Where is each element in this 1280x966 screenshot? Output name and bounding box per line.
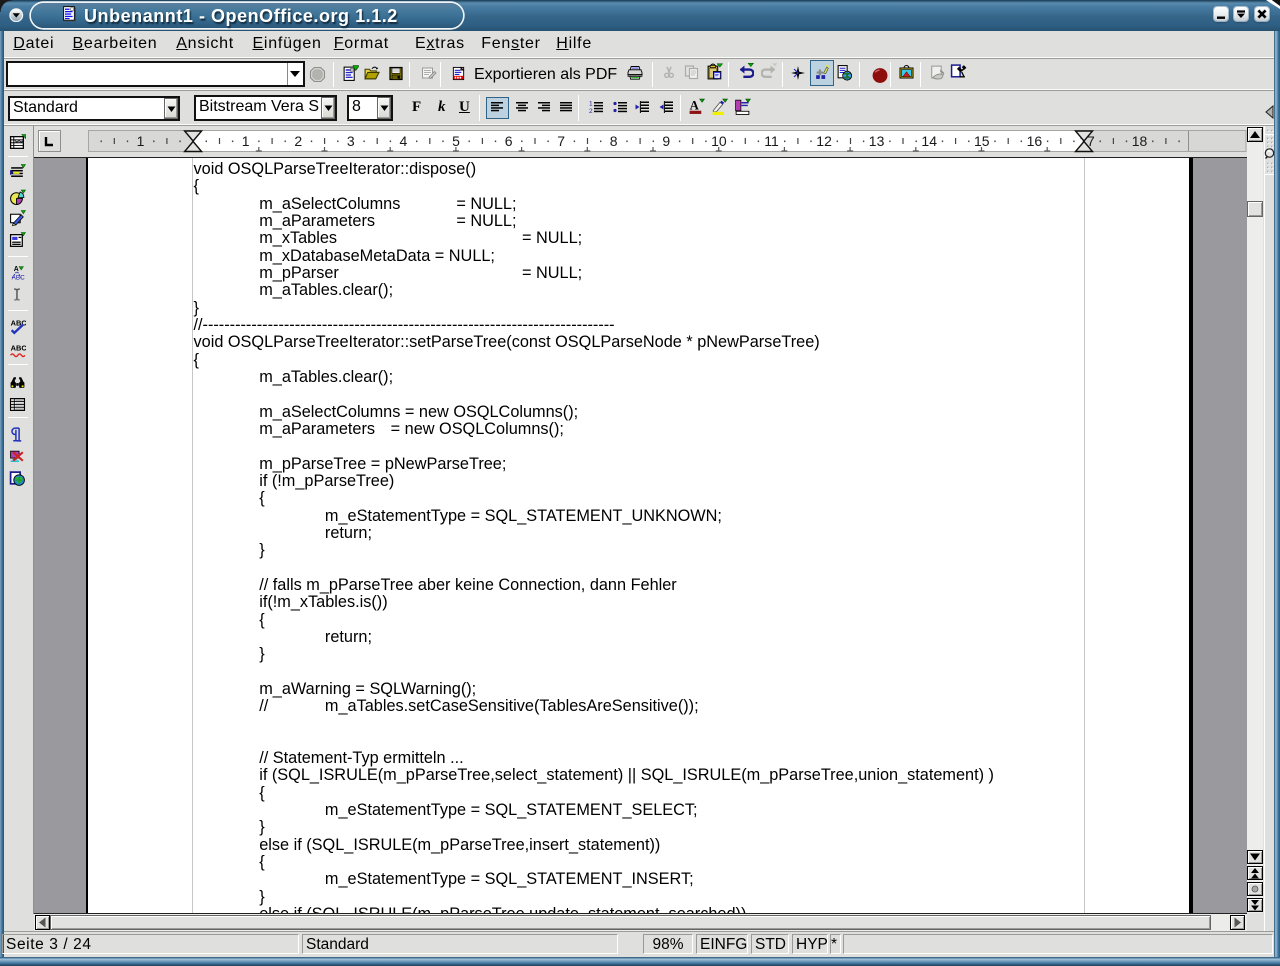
svg-text:13: 13 bbox=[868, 133, 884, 149]
svg-text:ABC: ABC bbox=[12, 274, 25, 281]
svg-text:7: 7 bbox=[557, 133, 565, 149]
svg-text:4: 4 bbox=[399, 133, 407, 149]
svg-text:2: 2 bbox=[294, 133, 302, 149]
svg-text:16: 16 bbox=[1026, 133, 1042, 149]
svg-text:8: 8 bbox=[609, 133, 617, 149]
svg-text:ABC: ABC bbox=[11, 344, 26, 353]
svg-text:1: 1 bbox=[589, 101, 593, 108]
svg-text:1: 1 bbox=[241, 133, 249, 149]
svg-text:3: 3 bbox=[346, 133, 354, 149]
svg-text:ABC: ABC bbox=[11, 318, 26, 327]
svg-text:10: 10 bbox=[711, 133, 727, 149]
svg-text:A: A bbox=[690, 99, 700, 113]
svg-text:9: 9 bbox=[662, 133, 670, 149]
svg-text:14: 14 bbox=[921, 133, 937, 149]
svg-text:15: 15 bbox=[974, 133, 990, 149]
svg-text:6: 6 bbox=[504, 133, 512, 149]
svg-text:1: 1 bbox=[136, 133, 144, 149]
svg-text:11: 11 bbox=[764, 133, 779, 149]
svg-text:2: 2 bbox=[589, 108, 593, 115]
svg-text:18: 18 bbox=[1131, 133, 1147, 149]
svg-text:5: 5 bbox=[452, 133, 460, 149]
svg-text:12: 12 bbox=[816, 133, 832, 149]
